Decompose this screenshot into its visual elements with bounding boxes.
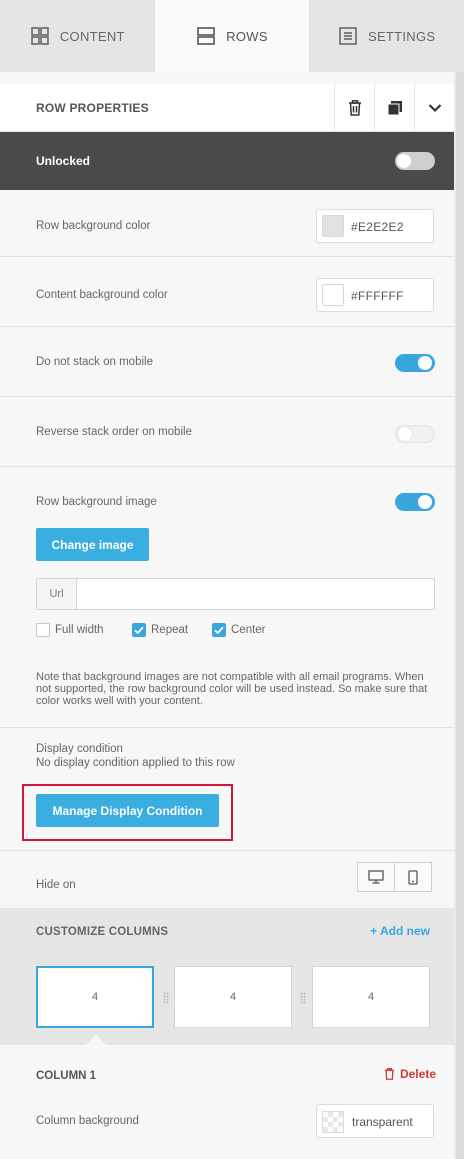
rows-icon bbox=[197, 27, 215, 45]
delete-row-button[interactable] bbox=[334, 84, 374, 132]
checkbox-unchecked-icon bbox=[36, 623, 50, 637]
center-checkbox[interactable]: Center bbox=[212, 623, 266, 637]
column-background-field[interactable]: transparent bbox=[316, 1104, 434, 1138]
color-swatch[interactable] bbox=[322, 215, 344, 237]
full-width-checkbox[interactable]: Full width bbox=[36, 623, 104, 637]
reverse-stack-toggle[interactable] bbox=[395, 425, 435, 443]
reverse-stack-label: Reverse stack order on mobile bbox=[36, 426, 192, 438]
url-input[interactable] bbox=[79, 580, 431, 608]
background-image-toggle[interactable] bbox=[395, 493, 435, 511]
do-not-stack-toggle[interactable] bbox=[395, 354, 435, 372]
row-background-color-setting: Row background color #E2E2E2 bbox=[0, 190, 454, 257]
color-swatch[interactable] bbox=[322, 284, 344, 306]
full-width-label: Full width bbox=[55, 624, 104, 636]
trash-icon bbox=[384, 1068, 394, 1080]
color-value: #E2E2E2 bbox=[351, 220, 404, 234]
content-background-color-setting: Content background color #FFFFFF bbox=[0, 257, 454, 327]
chevron-down-icon bbox=[428, 104, 441, 113]
color-value: #FFFFFF bbox=[351, 289, 404, 303]
content-background-color-label: Content background color bbox=[36, 289, 168, 301]
lock-label: Unlocked bbox=[36, 154, 91, 168]
content-background-color-field[interactable]: #FFFFFF bbox=[316, 278, 434, 312]
tab-rows[interactable]: ROWS bbox=[154, 0, 310, 72]
background-image-label: Row background image bbox=[36, 496, 157, 508]
background-image-note: Note that background images are not comp… bbox=[36, 671, 428, 707]
row-properties-header: ROW PROPERTIES bbox=[0, 84, 454, 132]
hide-on-label: Hide on bbox=[36, 879, 76, 891]
tab-content[interactable]: CONTENT bbox=[0, 0, 155, 72]
mobile-icon bbox=[408, 869, 418, 885]
tab-settings-label: SETTINGS bbox=[367, 28, 436, 44]
url-field: Url bbox=[36, 578, 435, 610]
delete-column-button[interactable]: Delete bbox=[384, 1067, 436, 1081]
properties-panel: ROW PROPERTIES Unlocked Row background c… bbox=[0, 72, 464, 1159]
scrollbar[interactable] bbox=[456, 72, 464, 1159]
column-properties: COLUMN 1 Delete Column background transp… bbox=[0, 1045, 454, 1159]
row-background-color-field[interactable]: #E2E2E2 bbox=[316, 209, 434, 243]
column-box-1[interactable]: 4 bbox=[36, 966, 154, 1028]
duplicate-row-button[interactable] bbox=[374, 84, 414, 132]
row-properties: ROW PROPERTIES Unlocked Row background c… bbox=[0, 72, 454, 1159]
hide-on-mobile-button[interactable] bbox=[394, 862, 432, 892]
tab-rows-label: ROWS bbox=[226, 28, 268, 44]
column-box-2[interactable]: 4 bbox=[174, 966, 292, 1028]
column-width: 4 bbox=[91, 991, 99, 1003]
column-background-label: Column background bbox=[36, 1115, 139, 1127]
row-background-color-label: Row background color bbox=[36, 220, 151, 232]
tab-settings[interactable]: SETTINGS bbox=[309, 0, 464, 72]
highlight-box bbox=[22, 784, 233, 841]
column-width: 4 bbox=[229, 991, 237, 1003]
display-condition-status: No display condition applied to this row bbox=[36, 757, 235, 769]
desktop-icon bbox=[368, 870, 384, 884]
repeat-label: Repeat bbox=[151, 624, 189, 636]
transparent-swatch[interactable] bbox=[322, 1111, 344, 1133]
page-title: ROW PROPERTIES bbox=[36, 101, 149, 115]
collapse-button[interactable] bbox=[414, 84, 454, 132]
customize-columns-title: CUSTOMIZE COLUMNS bbox=[36, 926, 169, 938]
trash-icon bbox=[348, 100, 361, 116]
toggle-knob bbox=[398, 427, 412, 441]
do-not-stack-setting: Do not stack on mobile bbox=[0, 327, 454, 397]
checkbox-checked-icon bbox=[212, 623, 226, 637]
toggle-knob bbox=[397, 154, 411, 168]
display-condition-title: Display condition bbox=[36, 743, 123, 755]
settings-icon bbox=[339, 27, 357, 45]
reverse-stack-setting: Reverse stack order on mobile bbox=[0, 397, 454, 467]
color-value: transparent bbox=[352, 1115, 413, 1129]
customize-columns-section: CUSTOMIZE COLUMNS + Add new 4 4 4 bbox=[0, 908, 454, 1045]
center-label: Center bbox=[231, 624, 266, 636]
grid-icon bbox=[31, 27, 49, 45]
delete-label: Delete bbox=[399, 1067, 436, 1081]
repeat-checkbox[interactable]: Repeat bbox=[132, 623, 188, 637]
lock-toggle[interactable] bbox=[395, 152, 435, 170]
selected-column-pointer bbox=[86, 1034, 106, 1045]
lock-bar: Unlocked bbox=[0, 132, 454, 190]
duplicate-icon bbox=[387, 101, 402, 116]
column-resize-handle[interactable] bbox=[163, 992, 169, 1004]
column-title: COLUMN 1 bbox=[36, 1070, 97, 1082]
tab-content-label: CONTENT bbox=[59, 28, 125, 44]
checkbox-checked-icon bbox=[132, 623, 146, 637]
change-image-button[interactable]: Change image bbox=[36, 528, 149, 561]
column-width: 4 bbox=[367, 991, 375, 1003]
hide-on-desktop-button[interactable] bbox=[357, 862, 395, 892]
do-not-stack-label: Do not stack on mobile bbox=[36, 356, 153, 368]
toggle-knob bbox=[418, 356, 432, 370]
tab-bar: CONTENT ROWS SETTINGS bbox=[0, 0, 464, 72]
toggle-knob bbox=[418, 495, 432, 509]
add-column-button[interactable]: + Add new bbox=[370, 924, 430, 938]
column-box-3[interactable]: 4 bbox=[312, 966, 430, 1028]
url-prefix: Url bbox=[37, 579, 77, 609]
column-resize-handle[interactable] bbox=[300, 992, 306, 1004]
